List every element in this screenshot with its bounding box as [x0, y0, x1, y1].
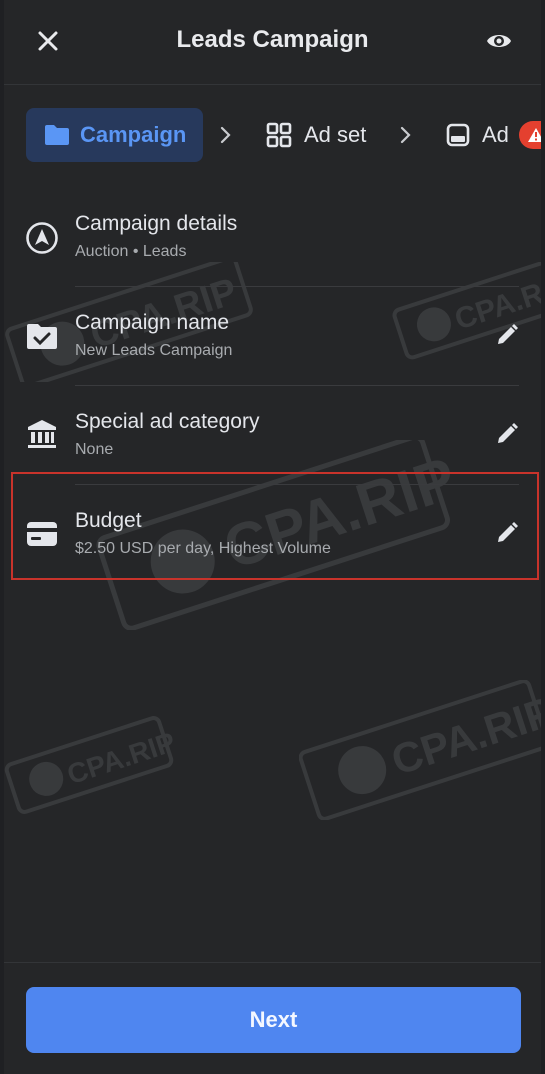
edit-special-ad-category-button[interactable]	[493, 420, 521, 448]
special-ad-category-title: Special ad category	[75, 410, 260, 433]
campaign-details-value: Auction • Leads	[75, 243, 187, 260]
campaign-name-row[interactable]: Campaign name New Leads Campaign	[4, 287, 541, 385]
eye-icon	[487, 35, 511, 47]
campaign-details-title: Campaign details	[75, 212, 238, 235]
compass-icon	[24, 220, 60, 256]
special-ad-category-value: None	[75, 441, 114, 458]
special-ad-category-row[interactable]: Special ad category None	[4, 386, 541, 484]
tab-ad-set[interactable]: Ad set	[266, 108, 366, 162]
watermark: CPA.RIP	[299, 680, 541, 820]
ad-icon	[446, 123, 470, 147]
preview-button[interactable]	[483, 25, 515, 57]
watermark: CPA.RIP	[4, 716, 174, 814]
page-title: Leads Campaign	[176, 26, 369, 53]
highlight-box	[11, 472, 539, 580]
chevron-right-icon	[400, 126, 411, 144]
next-button[interactable]: Next	[26, 987, 521, 1053]
step-navigation: Campaign Ad set Ad	[4, 108, 541, 164]
warning-icon	[527, 128, 541, 142]
campaign-name-title: Campaign name	[75, 311, 230, 334]
footer-divider	[4, 962, 541, 963]
folder-icon	[44, 124, 70, 146]
pencil-icon	[498, 324, 518, 344]
screen: CPA.RIP CPA.RIP CPA.RIP CPA.RIP CPA.RIP	[4, 0, 541, 1074]
grid-icon	[266, 122, 292, 148]
tab-ad-label: Ad	[482, 122, 509, 147]
edit-campaign-name-button[interactable]	[493, 321, 521, 349]
campaign-details-row[interactable]: Campaign details Auction • Leads	[4, 188, 541, 286]
pencil-icon	[498, 423, 518, 443]
svg-text:CPA.RIP: CPA.RIP	[386, 688, 541, 784]
svg-text:CPA.RIP: CPA.RIP	[63, 726, 174, 790]
warning-badge	[518, 121, 541, 149]
tab-ad-set-label: Ad set	[304, 122, 367, 147]
top-bar: Leads Campaign	[4, 0, 541, 85]
tab-campaign[interactable]: Campaign	[26, 108, 203, 162]
bank-icon	[24, 416, 60, 452]
chevron-right-icon	[220, 126, 231, 144]
tab-ad[interactable]: Ad	[446, 108, 541, 162]
campaign-name-value: New Leads Campaign	[75, 342, 233, 359]
folder-check-icon	[24, 318, 60, 354]
tab-campaign-label: Campaign	[80, 122, 187, 147]
